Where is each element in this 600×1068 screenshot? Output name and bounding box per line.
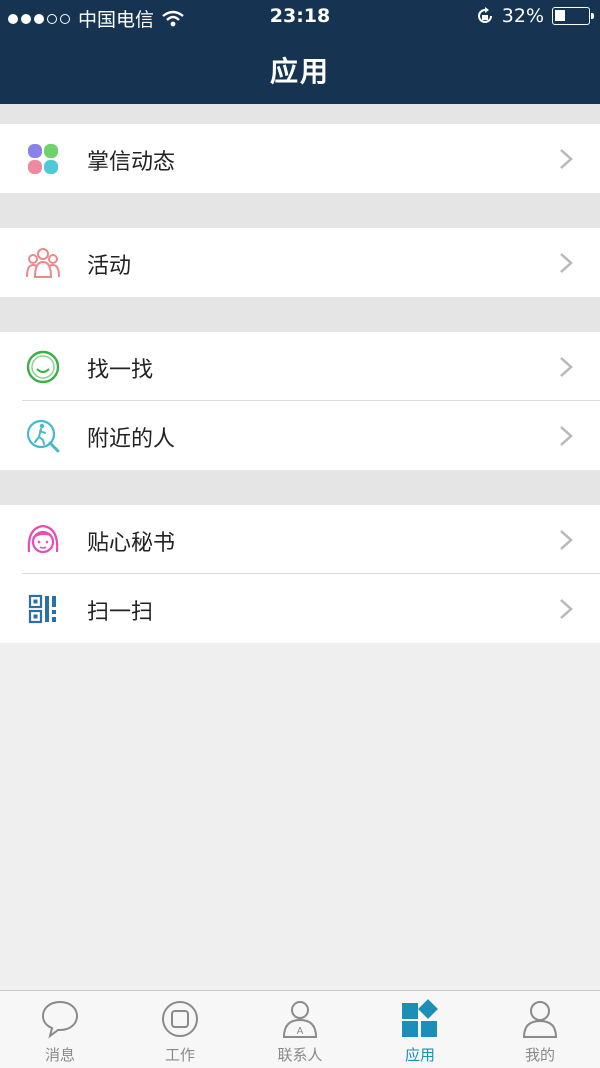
tab-label: 联系人 <box>277 1046 323 1064</box>
battery-percent: 32% <box>501 5 544 27</box>
item-label: 活动 <box>87 254 132 279</box>
item-label: 掌信动态 <box>87 150 176 175</box>
work-circle-icon <box>162 1001 198 1037</box>
chevron-right-icon <box>560 530 573 550</box>
tab-messages[interactable]: 消息 <box>0 991 120 1068</box>
tab-label: 消息 <box>44 1046 75 1064</box>
group-4: 贴心秘书 扫一扫 <box>0 505 600 643</box>
tab-label: 应用 <box>404 1046 435 1064</box>
page-title: 应用 <box>269 55 330 88</box>
chevron-right-icon <box>560 149 573 169</box>
section-gap <box>0 470 600 505</box>
item-scan[interactable]: 扫一扫 <box>0 574 600 643</box>
four-dots-icon <box>28 144 58 174</box>
item-label: 附近的人 <box>87 427 176 452</box>
group-2: 活动 <box>0 228 600 297</box>
qr-code-icon <box>28 594 56 624</box>
chat-bubble-icon <box>41 1000 79 1039</box>
svg-text:A: A <box>297 1026 304 1037</box>
person-icon <box>522 1001 558 1038</box>
battery-icon <box>552 7 594 25</box>
item-label: 找一找 <box>87 358 154 383</box>
bottom-tab-bar: 消息 工作 A 联系人 应用 我的 <box>0 990 600 1068</box>
group-3: 找一找 附近的人 <box>0 332 600 470</box>
contact-icon: A <box>282 1001 318 1038</box>
item-find[interactable]: 找一找 <box>0 332 600 401</box>
smiley-icon <box>26 350 60 384</box>
item-label: 贴心秘书 <box>87 531 176 556</box>
chevron-right-icon <box>560 599 573 619</box>
item-activities[interactable]: 活动 <box>0 228 600 297</box>
item-zhangxin-dynamics[interactable]: 掌信动态 <box>0 124 600 193</box>
nearby-search-icon <box>26 419 60 453</box>
tab-mine[interactable]: 我的 <box>480 991 600 1068</box>
chevron-right-icon <box>560 426 573 446</box>
chevron-right-icon <box>560 253 573 273</box>
status-right: 32% <box>476 5 594 27</box>
section-gap <box>0 104 600 124</box>
section-gap <box>0 297 600 332</box>
tab-label: 我的 <box>524 1046 555 1064</box>
item-secretary[interactable]: 贴心秘书 <box>0 505 600 574</box>
rotation-lock-icon <box>477 7 492 23</box>
tab-label: 工作 <box>164 1046 195 1064</box>
group-1: 掌信动态 <box>0 124 600 193</box>
app-header: 中国电信 23:18 32% 应用 <box>0 0 600 104</box>
chevron-right-icon <box>560 357 573 377</box>
apps-grid-icon <box>402 999 438 1037</box>
section-gap <box>0 193 600 228</box>
girl-face-icon <box>27 524 59 554</box>
item-nearby-people[interactable]: 附近的人 <box>0 401 600 470</box>
people-group-icon <box>26 248 60 278</box>
item-label: 扫一扫 <box>87 600 154 625</box>
app-list: 掌信动态 活动 找一找 附近的人 贴心秘书 扫一扫 <box>0 104 600 643</box>
tab-contacts[interactable]: A 联系人 <box>240 991 360 1068</box>
tab-apps[interactable]: 应用 <box>360 991 480 1068</box>
status-bar: 中国电信 23:18 32% <box>0 0 600 36</box>
tab-work[interactable]: 工作 <box>120 991 240 1068</box>
